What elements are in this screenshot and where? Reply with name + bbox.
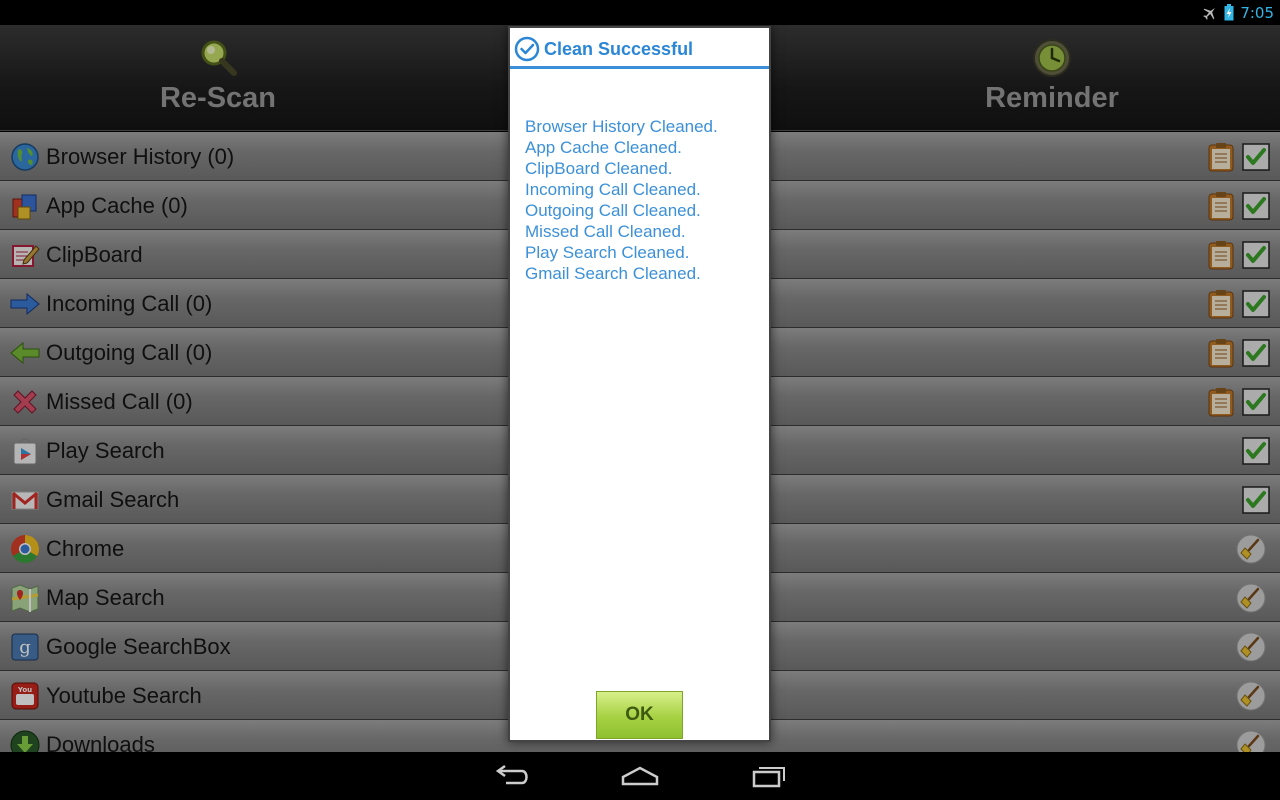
check-circle-icon [514,36,540,62]
navigation-bar [0,752,1280,800]
message-line: Missed Call Cleaned. [525,222,686,241]
message-line: Incoming Call Cleaned. [525,180,701,199]
status-bar: 7:05 [0,0,1280,25]
ok-button[interactable]: OK [596,691,683,739]
back-icon[interactable] [492,762,532,790]
message-line: Play Search Cleaned. [525,243,690,262]
message-line: Browser History Cleaned. [525,117,718,136]
home-icon[interactable] [620,762,660,790]
airplane-mode-icon [1203,7,1216,20]
screen: 7:05 Re-Scan Reminder Browser History (0… [0,0,1280,800]
message-line: Outgoing Call Cleaned. [525,201,701,220]
message-line: ClipBoard Cleaned. [525,159,673,178]
dialog-header: Clean Successful [510,28,769,69]
message-line: App Cache Cleaned. [525,138,682,157]
battery-charging-icon [1224,4,1234,21]
clean-successful-dialog: Clean Successful Browser History Cleaned… [508,26,771,742]
dialog-title: Clean Successful [544,39,694,59]
message-line: Gmail Search Cleaned. [525,264,701,283]
dialog-messages: Browser History Cleaned. App Cache Clean… [525,116,718,284]
clock: 7:05 [1240,3,1274,22]
recent-apps-icon[interactable] [749,762,789,790]
